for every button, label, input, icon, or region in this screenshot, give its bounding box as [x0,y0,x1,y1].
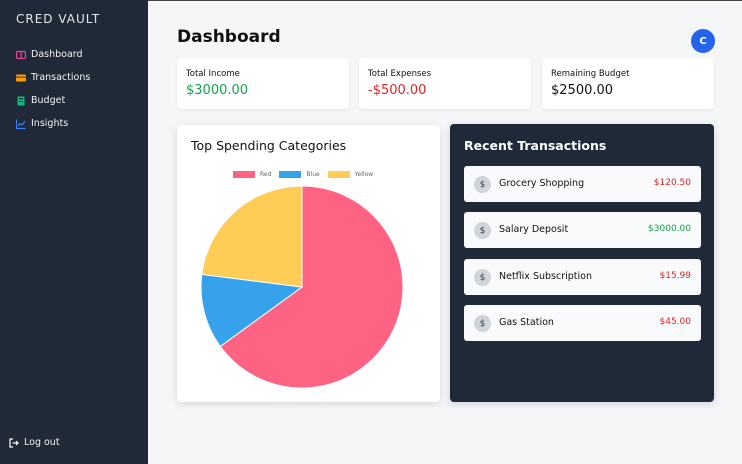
recent-transactions-card: Recent Transactions $ Grocery Shopping $… [450,124,714,402]
card-title: Recent Transactions [464,138,607,153]
sidebar-item-transactions[interactable]: Transactions [16,66,90,89]
sidebar-item-label: Insights [31,118,69,129]
stat-label: Total Income [186,69,240,79]
sidebar-item-label: Transactions [31,72,91,83]
sidebar-item-insights[interactable]: Insights [16,112,90,135]
sidebar-item-budget[interactable]: Budget [16,89,90,112]
dollar-icon: $ [474,315,491,332]
wallet-icon [16,73,26,83]
logout-button[interactable]: Log out [9,437,60,448]
transaction-amount: $3000.00 [648,224,691,234]
dollar-icon: $ [474,176,491,193]
chart-line-icon [16,119,26,129]
transaction-item[interactable]: $ Grocery Shopping $120.50 [464,166,701,202]
stat-label: Total Expenses [368,69,432,79]
stat-card-total-income: Total Income $3000.00 [177,58,349,109]
sidebar-item-label: Dashboard [31,49,83,60]
transaction-amount: $120.50 [653,178,691,188]
sidebar-nav: Dashboard Transactions Budget Insights [16,43,90,135]
dollar-icon: $ [474,222,491,239]
stat-card-remaining-budget: Remaining Budget $2500.00 [542,58,714,109]
logout-icon [9,437,19,448]
transaction-name: Grocery Shopping [499,178,585,189]
transaction-name: Gas Station [499,317,554,328]
transaction-amount: $45.00 [659,317,692,327]
user-avatar[interactable]: C [691,29,715,53]
app-logo: CRED VAULT [16,12,101,26]
stat-value: -$500.00 [368,83,427,98]
spending-pie-chart [200,185,404,389]
budget-icon [16,96,26,106]
top-spending-card: Top Spending Categories Red Blue Yellow [177,125,440,402]
stat-value: $2500.00 [551,83,614,98]
logout-label: Log out [24,437,60,448]
transaction-name: Salary Deposit [499,224,569,235]
dashboard-icon [16,50,26,60]
transaction-item[interactable]: $ Gas Station $45.00 [464,305,701,341]
page-title: Dashboard [177,27,281,47]
sidebar-item-dashboard[interactable]: Dashboard [16,43,90,66]
stat-card-total-expenses: Total Expenses -$500.00 [359,58,531,109]
sidebar-item-label: Budget [31,95,66,106]
stat-label: Remaining Budget [551,69,630,79]
pie-slice-yellow[interactable] [201,185,303,288]
transaction-amount: $15.99 [659,271,692,281]
transaction-item[interactable]: $ Netflix Subscription $15.99 [464,259,701,295]
transaction-item[interactable]: $ Salary Deposit $3000.00 [464,212,701,248]
transaction-name: Netflix Subscription [499,271,592,282]
stat-value: $3000.00 [186,83,249,98]
dollar-icon: $ [474,269,491,286]
sidebar: CRED VAULT Dashboard Transactions Budget… [0,0,148,464]
